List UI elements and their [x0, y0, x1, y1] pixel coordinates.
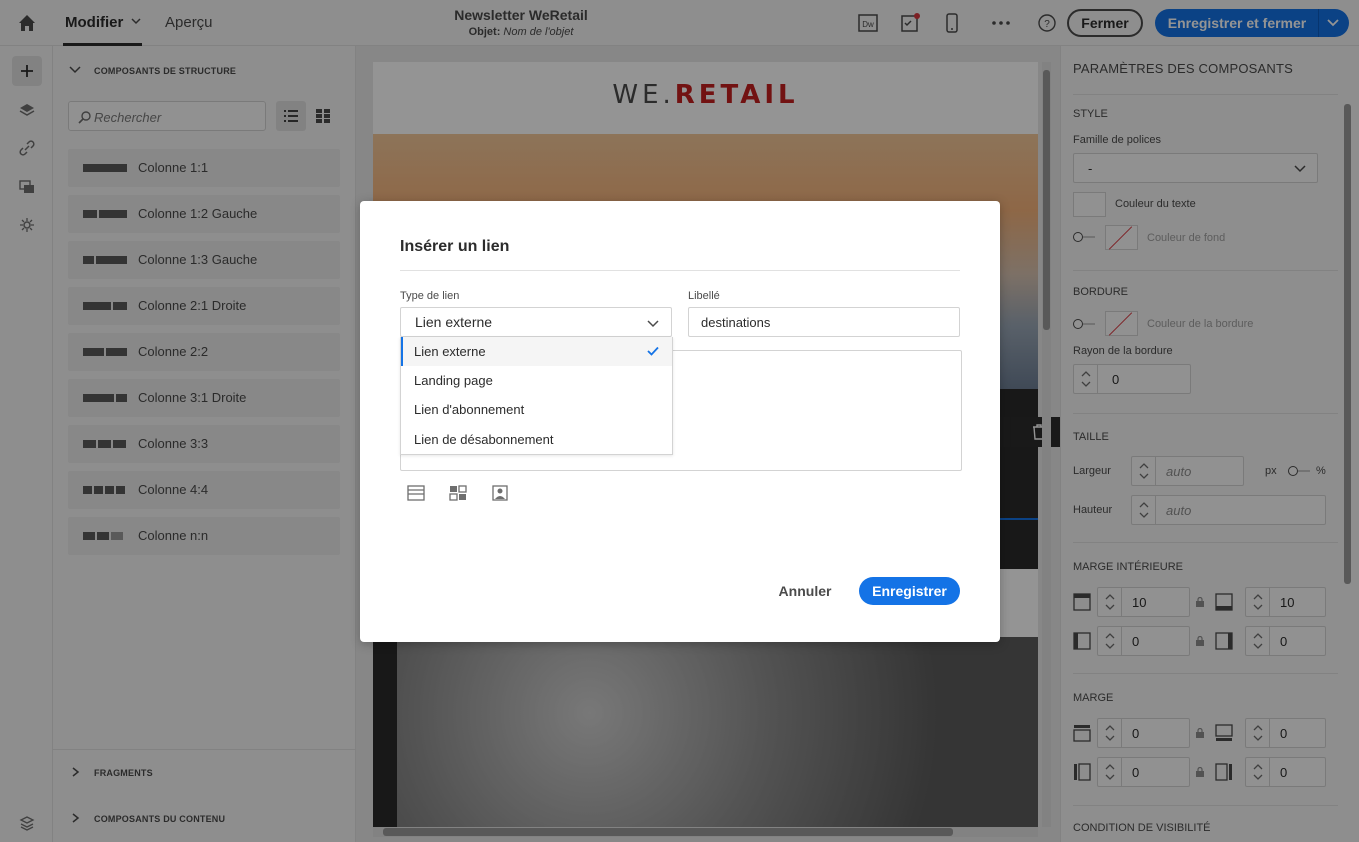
link-label-input[interactable]: destinations	[688, 307, 960, 337]
dialog-title: Insérer un lien	[400, 238, 510, 255]
menu-item-lien-externe[interactable]: Lien externe	[401, 337, 672, 366]
menu-item-label: Lien de désabonnement	[414, 432, 554, 447]
menu-item-label: Lien d'abonnement	[414, 402, 525, 417]
menu-item-landing-page[interactable]: Landing page	[401, 366, 672, 395]
link-type-value: Lien externe	[415, 314, 493, 330]
checkmark-icon	[647, 346, 659, 356]
cancel-button[interactable]: Annuler	[770, 577, 840, 605]
menu-item-subscription-link[interactable]: Lien d'abonnement	[401, 395, 672, 424]
link-label-label: Libellé	[688, 290, 720, 302]
menu-item-label: Landing page	[414, 373, 493, 388]
link-type-label: Type de lien	[400, 290, 460, 302]
menu-item-unsubscribe-link[interactable]: Lien de désabonnement	[401, 425, 672, 454]
chevron-down-icon	[647, 320, 659, 328]
layout-icon[interactable]	[407, 485, 425, 501]
divider	[400, 270, 960, 271]
image-icon[interactable]	[491, 485, 509, 501]
link-type-select[interactable]: Lien externe	[400, 307, 672, 337]
insert-link-dialog: Insérer un lien Type de lien Libellé Lie…	[360, 201, 1000, 642]
menu-item-label: Lien externe	[414, 344, 486, 359]
blocks-icon[interactable]	[449, 485, 467, 501]
link-label-value: destinations	[701, 315, 771, 330]
save-button[interactable]: Enregistrer	[859, 577, 960, 605]
link-type-menu: Lien externe Landing page Lien d'abonnem…	[400, 337, 673, 455]
